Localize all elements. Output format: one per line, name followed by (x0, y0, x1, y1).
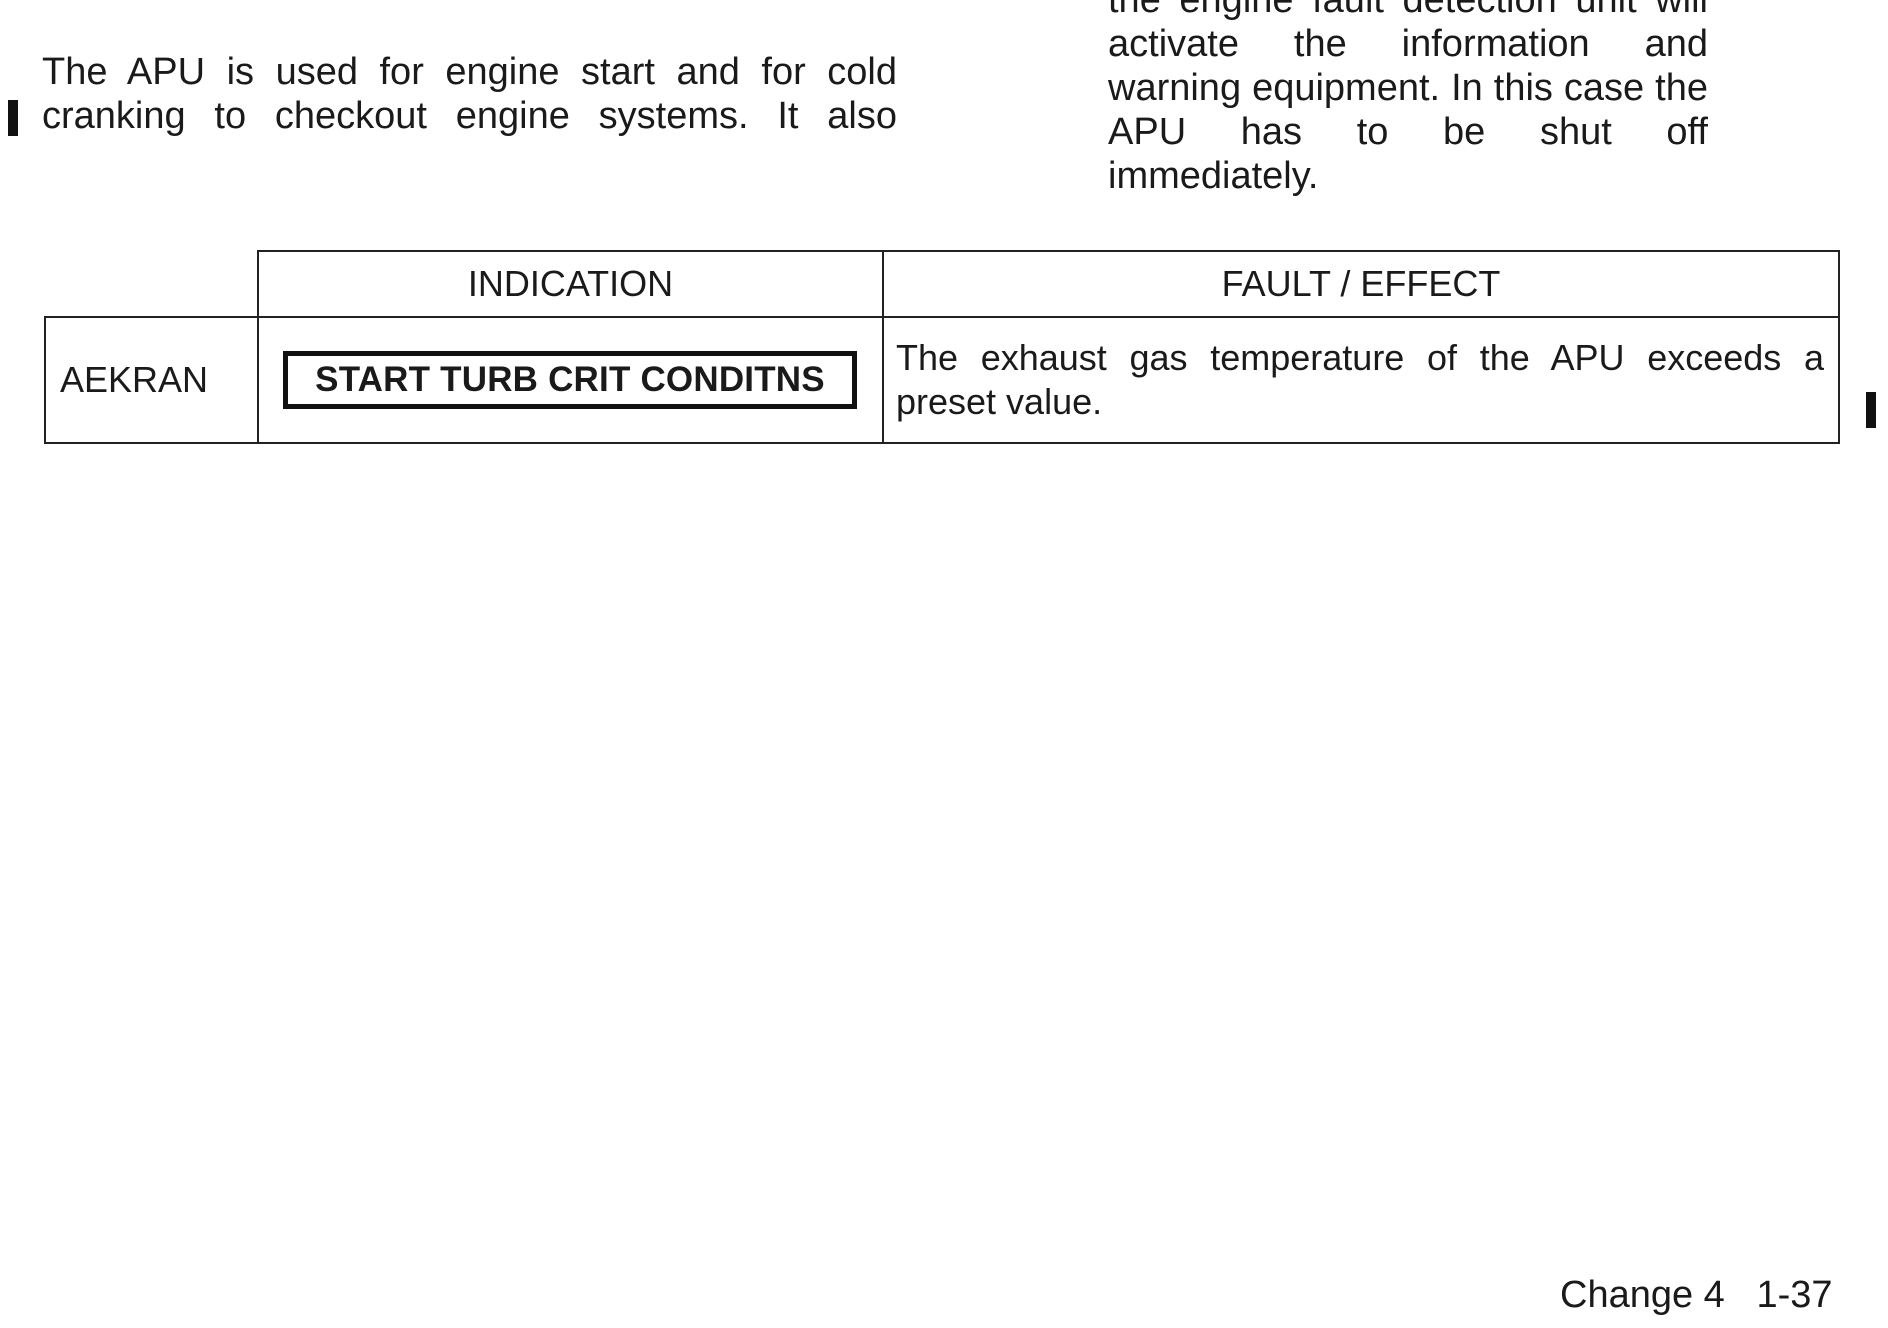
table-header-row: INDICATION FAULT / EFFECT (45, 250, 1840, 318)
effect-cell: The exhaust gas temperature of the APU e… (882, 316, 1840, 444)
text-line: cranking to checkout engine systems. It … (42, 95, 897, 137)
change-number: Change 4 (1560, 1274, 1725, 1316)
text-line: APU has to be shut off immediately. (1108, 111, 1708, 197)
system-cell: AEKRAN (44, 316, 259, 444)
effect-text-line: The exhaust gas temperature of the APU e… (896, 337, 1824, 378)
text-line: warning equipment. In this case the (1108, 67, 1708, 109)
text-line: activate the information and (1108, 23, 1708, 65)
effect-text-line: preset value. (896, 381, 1103, 422)
table-header-blank (45, 251, 259, 318)
table-header-fault-effect: FAULT / EFFECT (882, 250, 1840, 318)
right-column-paragraph: the engine fault detection unit will act… (1108, 0, 1708, 198)
table-header-indication: INDICATION (257, 250, 884, 318)
table-row: AEKRAN START TURB CRIT CONDITNS The exha… (44, 316, 1840, 444)
warning-indication-box: START TURB CRIT CONDITNS (283, 351, 857, 409)
change-bar-right (1866, 392, 1876, 428)
fault-table: INDICATION FAULT / EFFECT AEKRAN START T… (44, 250, 1840, 444)
page-number: 1-37 (1756, 1274, 1833, 1316)
change-bar-left (8, 100, 18, 136)
text-line: the engine fault detection unit will (1108, 0, 1708, 21)
indication-cell: START TURB CRIT CONDITNS (257, 316, 884, 444)
left-column-paragraph: The APU is used for engine start and for… (42, 50, 897, 138)
page-footer: Change 4 1-37 (1560, 1274, 1833, 1317)
text-line: The APU is used for engine start and for… (42, 51, 897, 93)
